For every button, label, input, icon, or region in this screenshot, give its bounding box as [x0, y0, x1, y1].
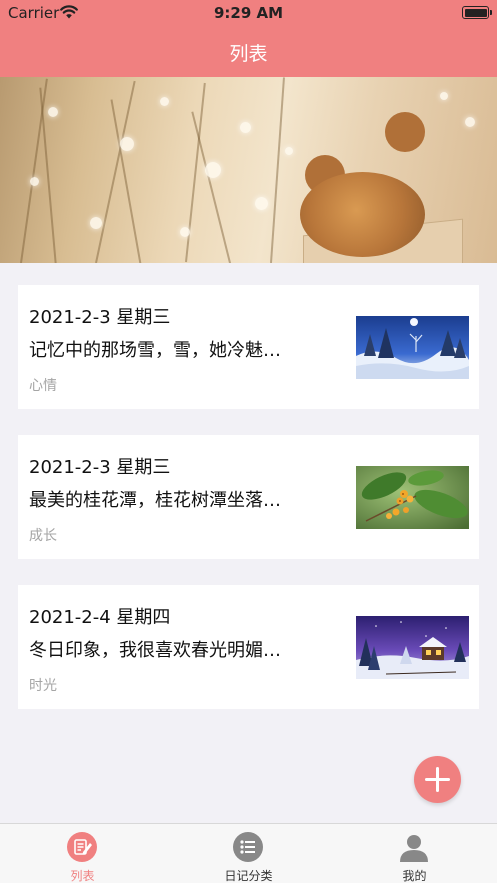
- tab-list[interactable]: 列表: [0, 824, 165, 883]
- entry-snippet: 记忆中的那场雪，雪，她冷魅…: [29, 340, 281, 361]
- status-bar: Carrier 9:29 AM: [0, 0, 497, 26]
- tab-label: 我的: [402, 869, 427, 883]
- snow-night-forest-thumbnail: [356, 316, 469, 379]
- entry-snippet: 最美的桂花潭，桂花树潭坐落…: [29, 490, 281, 511]
- add-entry-button[interactable]: [414, 756, 461, 803]
- person-icon: [400, 835, 428, 862]
- list-item[interactable]: 2021-2-3 星期三 记忆中的那场雪，雪，她冷魅… 心情: [18, 285, 479, 409]
- osmanthus-flower-thumbnail: [356, 466, 469, 529]
- diary-list: 2021-2-3 星期三 记忆中的那场雪，雪，她冷魅… 心情 2021-2-3 …: [18, 285, 479, 735]
- header-banner-image: [0, 77, 497, 263]
- battery-icon: [462, 6, 492, 19]
- tab-categories[interactable]: 日记分类: [166, 824, 331, 883]
- list-item[interactable]: 2021-2-4 星期四 冬日印象，我很喜欢春光明媚… 时光: [18, 585, 479, 709]
- winter-cabin-thumbnail: [356, 616, 469, 679]
- entry-category-tag: 心情: [29, 378, 57, 394]
- entry-date: 2021-2-3 星期三: [29, 307, 171, 328]
- entry-snippet: 冬日印象，我很喜欢春光明媚…: [29, 640, 281, 661]
- page-title: 列表: [229, 43, 268, 65]
- tab-bar: 列表 日记分类 我的: [0, 823, 497, 883]
- category-list-icon: [233, 832, 263, 862]
- entry-category-tag: 成长: [29, 528, 57, 544]
- entry-date: 2021-2-3 星期三: [29, 457, 171, 478]
- tab-profile[interactable]: 我的: [332, 824, 497, 883]
- list-item[interactable]: 2021-2-3 星期三 最美的桂花潭，桂花树潭坐落… 成长: [18, 435, 479, 559]
- list-edit-icon: [67, 832, 97, 862]
- entry-date: 2021-2-4 星期四: [29, 607, 171, 628]
- clock: 9:29 AM: [213, 4, 284, 22]
- tab-label: 日记分类: [224, 869, 273, 883]
- entry-category-tag: 时光: [29, 678, 57, 694]
- nav-bar: 列表: [0, 26, 497, 77]
- tab-label: 列表: [70, 869, 95, 883]
